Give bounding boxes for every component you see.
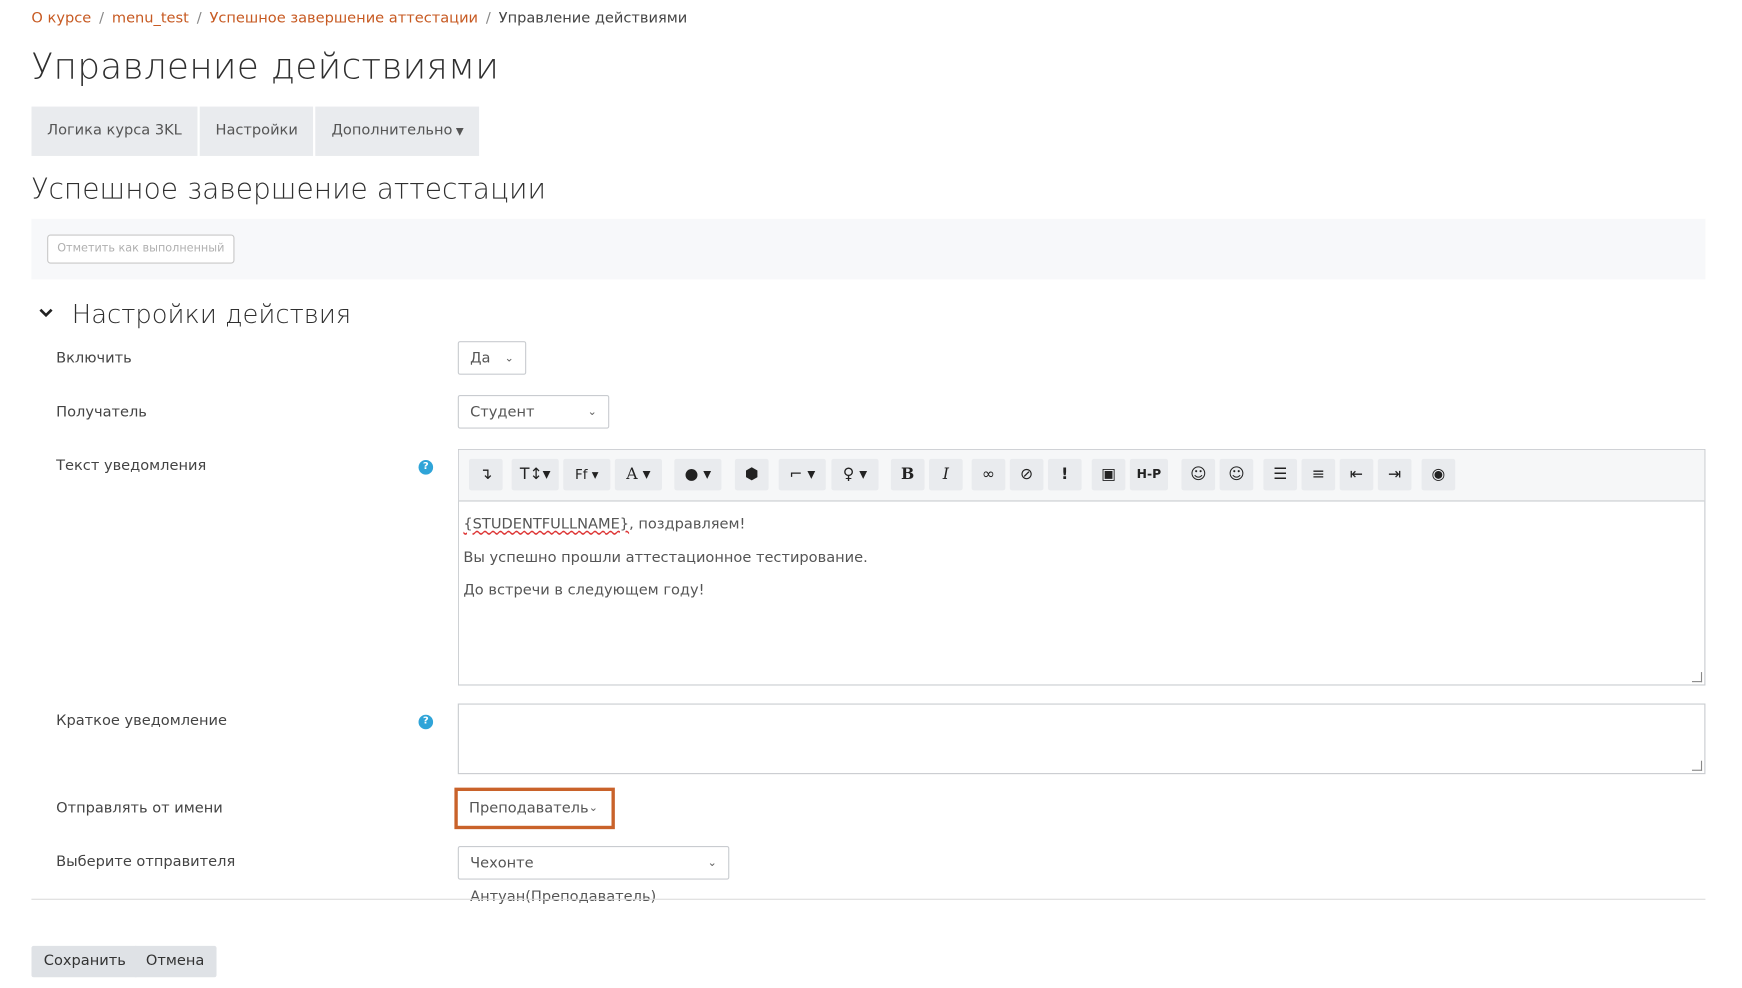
indent-icon[interactable]: ⇥ (1377, 458, 1412, 491)
tab-more[interactable]: Дополнительно ▼ (315, 106, 480, 156)
collapse-icon[interactable]: ↴ (468, 458, 503, 491)
resize-handle[interactable] (1691, 672, 1703, 683)
chevron-down-icon: ⌄ (587, 406, 597, 419)
chevron-down-icon: ⌄ (707, 857, 717, 870)
text-style-icon[interactable]: T↕▾ (511, 458, 559, 491)
breadcrumb-current: Управление действиями (498, 10, 688, 27)
short-notification-label: Краткое уведомление (56, 712, 227, 730)
editor-text: , поздравляем! (629, 516, 746, 533)
editor-line: Вы успешно прошли аттестационное тестиро… (463, 549, 868, 567)
unordered-list-icon[interactable]: ☰ (1263, 458, 1298, 491)
save-button[interactable]: Сохранить (31, 945, 139, 978)
editor-toolbar: ↴ T↕▾ Ff ▾ A ▾ ● ▾ ⬢ ⌐ ▾ ♀ ▾ B I ∞ ⊘ ! ▣… (458, 449, 1705, 502)
image-icon[interactable]: ▣ (1091, 458, 1126, 491)
placeholder-token: {STUDENTFULLNAME} (463, 516, 630, 533)
ordered-list-icon[interactable]: ≡ (1301, 458, 1336, 491)
tab-label: Дополнительно (331, 122, 453, 140)
rich-text-editor[interactable]: ↴ T↕▾ Ff ▾ A ▾ ● ▾ ⬢ ⌐ ▾ ♀ ▾ B I ∞ ⊘ ! ▣… (457, 448, 1706, 686)
breadcrumb-item-course[interactable]: О курсе (31, 10, 91, 27)
mark-done-button[interactable]: Отметить как выполненный (47, 234, 235, 264)
font-color-icon[interactable]: ● ▾ (674, 458, 722, 491)
unlink-icon[interactable]: ⊘ (1009, 458, 1044, 491)
italic-icon[interactable]: I (929, 458, 963, 491)
breadcrumb-item-attestation[interactable]: Успешное завершение аттестации (209, 10, 478, 27)
editor-line: {STUDENTFULLNAME}, поздравляем! (463, 508, 1699, 541)
help-icon[interactable]: ? (418, 460, 434, 475)
enable-select[interactable]: Да ⌄ (457, 341, 527, 375)
h5p-icon[interactable]: H-P (1129, 458, 1169, 491)
outdent-icon[interactable]: ⇤ (1339, 458, 1374, 491)
notification-text-label: Текст уведомления (56, 457, 207, 475)
accessibility-icon[interactable]: ◉ (1421, 458, 1456, 491)
editor-line: До встречи в следующем году! (463, 582, 705, 600)
recipient-value: Студент (470, 403, 535, 421)
tab-bar: Логика курса 3KL Настройки Дополнительно… (31, 106, 480, 156)
sender-select[interactable]: Чехонте Антуан(Преподаватель) ⌄ (457, 845, 730, 905)
resize-handle[interactable] (1691, 760, 1703, 771)
page-title: Управление действиями (31, 44, 500, 88)
background-icon[interactable]: ⬢ (734, 458, 769, 491)
breadcrumb: О курсе / menu_test / Успешное завершение ат… (31, 10, 687, 27)
tab-course-logic[interactable]: Логика курса 3KL (31, 106, 198, 156)
enable-value: Да (470, 350, 491, 367)
section-title: Успешное завершение аттестации (31, 172, 547, 206)
chevron-down-icon (38, 305, 58, 325)
special-char-icon[interactable]: ! (1047, 458, 1082, 491)
tab-label: Настройки (215, 122, 298, 140)
chevron-down-icon: ▼ (455, 126, 464, 139)
breadcrumb-separator: / (485, 10, 491, 27)
cancel-button[interactable]: Отмена (133, 945, 217, 978)
tab-label: Логика курса 3KL (47, 122, 182, 140)
breadcrumb-separator: / (99, 10, 105, 27)
styles-icon[interactable]: ⌐ ▾ (778, 458, 826, 491)
font-size-icon[interactable]: A ▾ (614, 458, 662, 491)
help-icon[interactable]: ? (418, 714, 434, 730)
bold-icon[interactable]: B (890, 458, 925, 491)
emoji-icon[interactable]: ☺ (1181, 458, 1216, 491)
font-family-icon[interactable]: Ff ▾ (563, 458, 611, 491)
breadcrumb-item-menu-test[interactable]: menu_test (112, 10, 189, 27)
fieldset-title: Настройки действия (71, 300, 352, 330)
enable-label: Включить (56, 350, 132, 367)
highlight-box (454, 787, 615, 830)
recipient-label: Получатель (56, 403, 147, 421)
divider (31, 898, 1706, 900)
hint-icon[interactable]: ♀ ▾ (831, 458, 879, 491)
fieldset-toggle[interactable]: Настройки действия (38, 301, 351, 330)
chevron-down-icon: ⌄ (504, 352, 514, 365)
completion-bar: Отметить как выполненный (31, 218, 1706, 280)
sender-label: Выберите отправителя (56, 853, 236, 871)
send-as-label: Отправлять от имени (56, 799, 223, 817)
emoji-picker-icon[interactable]: ☺ (1219, 458, 1254, 491)
editor-content[interactable]: {STUDENTFULLNAME}, поздравляем! Вы успеш… (459, 502, 1704, 615)
link-icon[interactable]: ∞ (971, 458, 1006, 491)
breadcrumb-separator: / (196, 10, 202, 27)
short-notification-textarea[interactable] (457, 703, 1706, 775)
recipient-select[interactable]: Студент ⌄ (457, 394, 610, 429)
tab-settings[interactable]: Настройки (199, 106, 314, 156)
